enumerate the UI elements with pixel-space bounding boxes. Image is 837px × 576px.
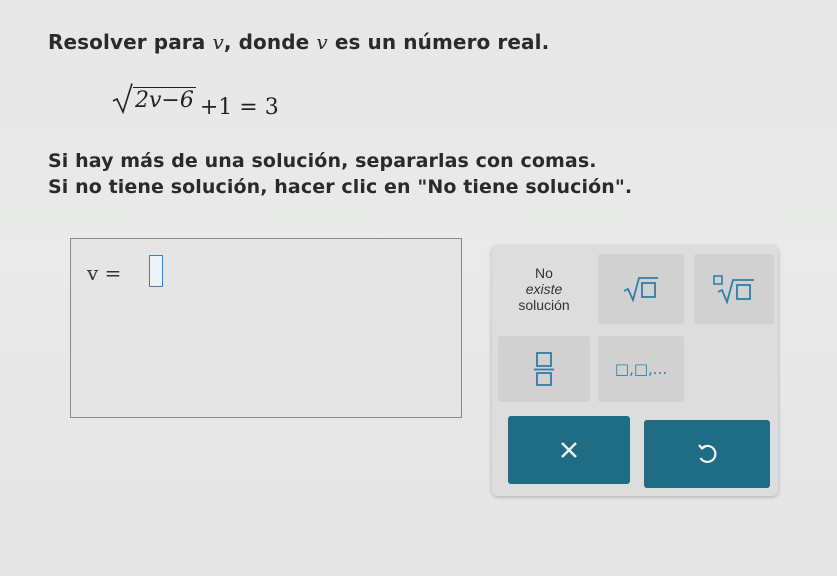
list-label: □,□,... [614, 360, 668, 378]
nth-root-button[interactable] [694, 254, 774, 324]
undo-button[interactable] [644, 420, 770, 488]
clear-button[interactable] [508, 416, 630, 484]
radical-sign-icon [112, 83, 133, 114]
problem-prompt: Resolver para v, donde v es un número re… [48, 30, 549, 54]
radicand: 2v−6 [133, 87, 196, 113]
square-root-icon [623, 277, 658, 302]
prompt-variable-2: v [316, 30, 328, 54]
prompt-text-2: , donde [223, 30, 317, 54]
sqrt-expression: 2v−6 [112, 82, 196, 114]
math-keypad: No existe solución □,□,... [492, 246, 778, 496]
no-solution-button[interactable]: No existe solución [498, 254, 590, 324]
prompt-text-1: Resolver para [48, 30, 213, 54]
prompt-variable: v [212, 30, 224, 54]
undo-icon [698, 444, 717, 463]
no-solution-line-2: existe [525, 281, 563, 297]
answer-input[interactable] [149, 255, 163, 287]
x-icon [561, 442, 577, 458]
instruction-multiple: Si hay más de una solución, separarlas c… [48, 150, 597, 172]
no-solution-line-3: solución [518, 297, 570, 313]
fraction-button[interactable] [498, 336, 590, 402]
no-solution-line-1: No [535, 265, 553, 281]
fraction-icon [534, 352, 554, 386]
answer-area[interactable]: v = [70, 238, 462, 418]
instruction-no-solution: Si no tiene solución, hacer clic en "No … [48, 176, 633, 198]
list-button[interactable]: □,□,... [598, 336, 684, 402]
square-root-button[interactable] [598, 254, 684, 324]
prompt-text-3: es un número real. [327, 30, 550, 54]
equation-rest: +1 = 3 [199, 95, 279, 120]
answer-label: v = [87, 261, 122, 285]
nth-root-icon [713, 275, 754, 304]
equation: 2v−6 +1 = 3 [112, 82, 279, 120]
